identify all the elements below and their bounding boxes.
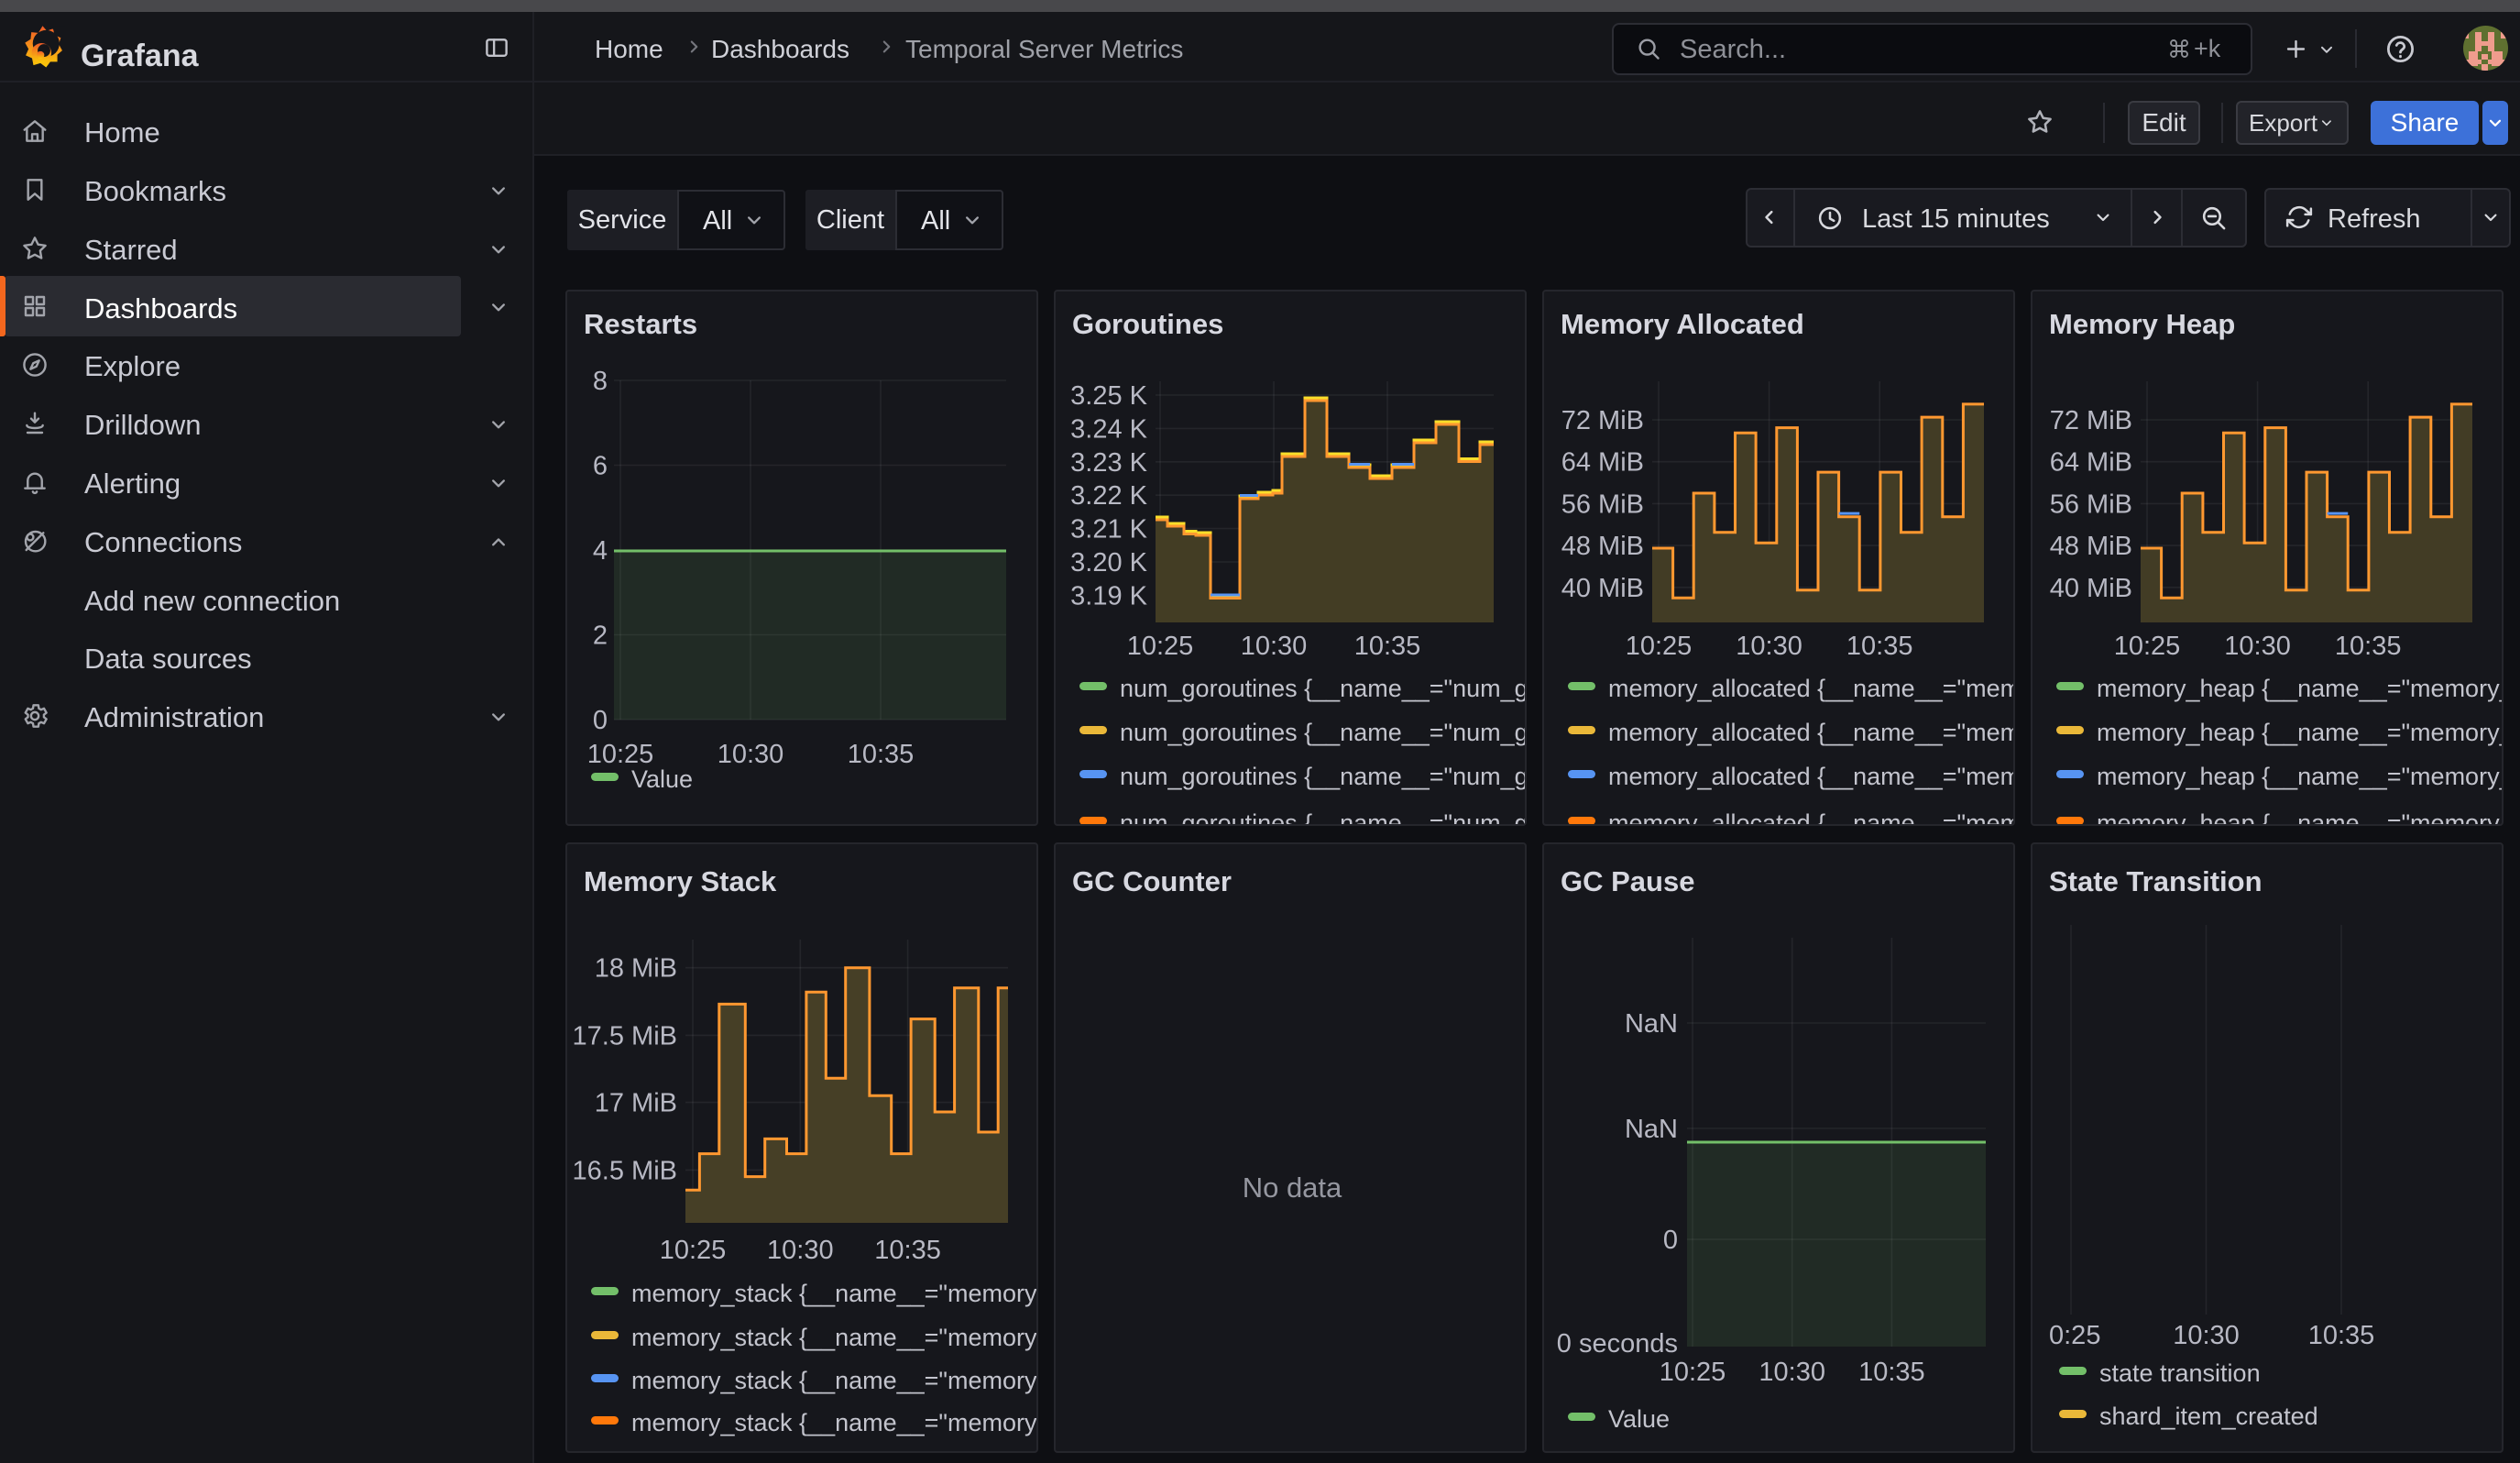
svg-text:3.21 K: 3.21 K (1070, 515, 1147, 544)
svg-text:48 MiB: 48 MiB (1561, 532, 1644, 561)
svg-text:10:30: 10:30 (2224, 632, 2291, 661)
svg-text:8: 8 (593, 367, 608, 396)
svg-text:17.5 MiB: 17.5 MiB (573, 1021, 677, 1050)
svg-text:17 MiB: 17 MiB (595, 1089, 677, 1118)
svg-text:56 MiB: 56 MiB (1561, 490, 1644, 519)
svg-text:10:30: 10:30 (1759, 1358, 1825, 1387)
svg-text:3.25 K: 3.25 K (1070, 381, 1147, 411)
svg-text:4: 4 (593, 536, 608, 566)
svg-text:3.23 K: 3.23 K (1070, 448, 1147, 478)
svg-text:72 MiB: 72 MiB (1561, 406, 1644, 435)
svg-text:10:35: 10:35 (2335, 632, 2402, 661)
svg-text:64 MiB: 64 MiB (2050, 448, 2132, 478)
svg-text:10:35: 10:35 (874, 1236, 941, 1265)
svg-text:10:30: 10:30 (1241, 632, 1308, 661)
svg-text:16.5 MiB: 16.5 MiB (573, 1156, 677, 1185)
svg-text:NaN: NaN (1625, 1115, 1678, 1144)
svg-text:0:25: 0:25 (2049, 1321, 2100, 1350)
svg-text:56 MiB: 56 MiB (2050, 490, 2132, 519)
svg-text:72 MiB: 72 MiB (2050, 406, 2132, 435)
svg-text:3.20 K: 3.20 K (1070, 548, 1147, 578)
svg-text:18 MiB: 18 MiB (595, 954, 677, 984)
svg-text:10:25: 10:25 (587, 740, 654, 769)
svg-text:10:35: 10:35 (1846, 632, 1913, 661)
svg-text:10:25: 10:25 (1660, 1358, 1726, 1387)
svg-text:10:25: 10:25 (660, 1236, 727, 1265)
svg-text:NaN: NaN (1625, 1009, 1678, 1039)
svg-text:10:30: 10:30 (718, 740, 784, 769)
svg-text:2: 2 (593, 622, 608, 651)
svg-text:10:30: 10:30 (767, 1236, 834, 1265)
svg-text:10:35: 10:35 (2308, 1321, 2375, 1350)
svg-text:10:25: 10:25 (2114, 632, 2181, 661)
svg-text:3.24 K: 3.24 K (1070, 414, 1147, 444)
svg-text:0: 0 (1663, 1226, 1678, 1255)
svg-text:0 seconds: 0 seconds (1557, 1329, 1678, 1358)
svg-text:40 MiB: 40 MiB (2050, 574, 2132, 603)
svg-text:10:30: 10:30 (2173, 1321, 2240, 1350)
svg-text:10:25: 10:25 (1626, 632, 1693, 661)
svg-text:10:25: 10:25 (1127, 632, 1194, 661)
svg-text:10:35: 10:35 (848, 740, 915, 769)
svg-text:10:35: 10:35 (1858, 1358, 1925, 1387)
svg-text:40 MiB: 40 MiB (1561, 574, 1644, 603)
svg-text:10:35: 10:35 (1354, 632, 1421, 661)
svg-text:64 MiB: 64 MiB (1561, 448, 1644, 478)
svg-text:3.22 K: 3.22 K (1070, 481, 1147, 511)
svg-text:48 MiB: 48 MiB (2050, 532, 2132, 561)
svg-text:0: 0 (593, 706, 608, 735)
svg-text:3.19 K: 3.19 K (1070, 581, 1147, 610)
svg-text:6: 6 (593, 452, 608, 481)
svg-text:10:30: 10:30 (1736, 632, 1802, 661)
